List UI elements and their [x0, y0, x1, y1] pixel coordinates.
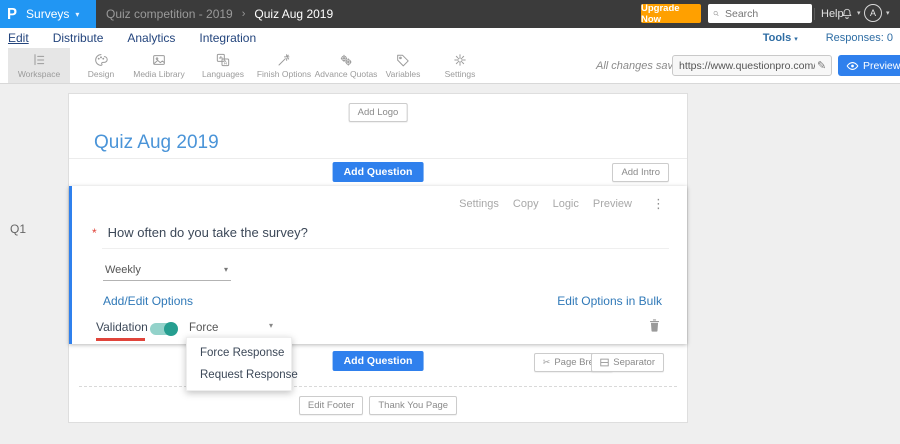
answer-dropdown-value: Weekly — [105, 264, 141, 276]
magic-wand-icon — [278, 54, 290, 66]
topbar-divider — [814, 8, 815, 20]
add-intro-button[interactable]: Add Intro — [612, 163, 669, 182]
question-copy-link[interactable]: Copy — [513, 198, 539, 210]
tag-icon — [397, 54, 409, 67]
gear-icon — [454, 54, 466, 66]
footer-row: Edit Footer Thank You Page — [69, 396, 687, 415]
chevron-down-icon: ▾ — [75, 9, 80, 19]
question-text-row: * How often do you take the survey? — [92, 225, 308, 240]
add-logo-button[interactable]: Add Logo — [348, 103, 408, 122]
more-options-icon[interactable]: ⋮ — [652, 196, 665, 212]
breadcrumb-current: Quiz Aug 2019 — [254, 7, 334, 21]
question-index-label: Q1 — [10, 222, 27, 236]
survey-url-input[interactable] — [673, 58, 817, 73]
preview-button[interactable]: Preview — [838, 55, 900, 76]
tools-menu[interactable]: Tools ▾ — [763, 32, 798, 44]
bell-icon — [842, 8, 852, 19]
breadcrumb-parent[interactable]: Quiz competition - 2019 — [106, 7, 233, 21]
thank-you-page-button[interactable]: Thank You Page — [369, 396, 458, 415]
chevron-down-icon: ▾ — [223, 265, 228, 274]
question-text[interactable]: How often do you take the survey? — [108, 225, 308, 240]
breadcrumb-separator: › — [241, 8, 246, 20]
validation-label: Validation — [96, 320, 148, 334]
responses-count[interactable]: Responses: 0 — [826, 32, 893, 44]
toolbar-item-workspace[interactable]: Workspace — [8, 48, 70, 83]
menu-item-force-response[interactable]: Force Response — [187, 342, 291, 364]
account-avatar[interactable]: A — [864, 4, 882, 22]
questionpro-logo: P — [7, 5, 18, 23]
toolbar-item-settings[interactable]: Settings — [429, 48, 491, 83]
nav-tabs: Edit Distribute Analytics Integration — [8, 28, 256, 48]
separator-button[interactable]: Separator — [591, 353, 664, 372]
surveys-product-menu[interactable]: P Surveys ▾ — [0, 0, 96, 28]
footer-dashed-divider — [79, 386, 677, 387]
svg-text:A: A — [224, 60, 228, 66]
edit-footer-button[interactable]: Edit Footer — [298, 396, 364, 415]
survey-card: Add Logo Quiz Aug 2019 Add Question Add … — [68, 93, 688, 423]
questionpro-survey-editor: P Surveys ▾ Quiz competition - 2019 › Qu… — [0, 0, 900, 444]
separator-icon — [600, 358, 609, 367]
menu-item-request-response[interactable]: Request Response — [187, 364, 298, 386]
question-actions: Settings Copy Logic Preview ⋮ — [459, 196, 665, 212]
chevron-down-icon: ▾ — [886, 10, 890, 17]
product-name: Surveys — [26, 7, 70, 21]
delete-question-button[interactable] — [648, 318, 661, 338]
survey-url-box[interactable]: ✎ — [672, 55, 832, 76]
section-nav: Edit Distribute Analytics Integration To… — [0, 28, 900, 48]
toolbar-item-variables[interactable]: Variables — [372, 48, 434, 83]
required-asterisk: * — [92, 226, 97, 240]
edit-options-in-bulk-link[interactable]: Edit Options in Bulk — [557, 294, 662, 308]
workspace-icon — [34, 54, 45, 66]
question-text-underline — [102, 248, 669, 249]
eye-icon — [846, 61, 859, 70]
question-block: Settings Copy Logic Preview ⋮ * How ofte… — [69, 186, 687, 359]
chevron-down-icon: ▾ — [857, 10, 861, 17]
header-divider — [69, 158, 687, 159]
search-icon — [713, 11, 719, 17]
question-preview-link[interactable]: Preview — [593, 198, 632, 210]
image-icon — [153, 55, 165, 65]
breadcrumb: Quiz competition - 2019 › Quiz Aug 2019 — [106, 0, 333, 28]
tab-integration[interactable]: Integration — [199, 31, 256, 45]
toolbar-item-design[interactable]: Design — [70, 48, 132, 83]
palette-icon — [95, 54, 108, 66]
nav-right: Tools ▾ Responses: 0 — [763, 28, 893, 48]
answer-dropdown[interactable]: Weekly ▾ — [103, 262, 231, 281]
global-search[interactable] — [708, 4, 812, 23]
editor-toolbar: Workspace Design Media Library A Languag… — [0, 48, 900, 84]
response-mode-menu: Force Response Request Response — [186, 337, 298, 391]
toggle-knob — [164, 322, 178, 336]
question-logic-link[interactable]: Logic — [553, 198, 579, 210]
add-edit-options-link[interactable]: Add/Edit Options — [103, 294, 193, 308]
search-input[interactable] — [723, 6, 807, 21]
survey-title[interactable]: Quiz Aug 2019 — [94, 132, 219, 154]
scissors-icon: ✂ — [542, 357, 551, 367]
question-settings-link[interactable]: Settings — [459, 198, 499, 210]
add-question-button-top[interactable]: Add Question — [332, 162, 424, 182]
tab-distribute[interactable]: Distribute — [53, 31, 104, 45]
toolbar-item-finish-options[interactable]: Finish Options — [253, 48, 315, 83]
toolbar-item-media-library[interactable]: Media Library — [128, 48, 190, 83]
add-question-button-bottom[interactable]: Add Question — [332, 351, 424, 371]
edit-url-pencil-icon[interactable]: ✎ — [817, 59, 826, 72]
upgrade-now-button[interactable]: Upgrade Now — [641, 3, 701, 25]
trash-icon — [649, 319, 660, 332]
toolbar-item-advance-quotas[interactable]: Advance Quotas — [315, 48, 377, 83]
toolbar-item-languages[interactable]: A Languages — [192, 48, 254, 83]
notifications-button[interactable] — [840, 6, 854, 27]
tab-analytics[interactable]: Analytics — [127, 31, 175, 45]
tab-edit[interactable]: Edit — [8, 31, 29, 45]
chevron-down-icon: ▾ — [794, 36, 798, 43]
translate-icon: A — [216, 53, 230, 66]
quotas-gears-icon — [340, 54, 352, 66]
chevron-down-icon: ▾ — [268, 321, 273, 330]
validation-toggle[interactable] — [150, 322, 178, 336]
top-bar: P Surveys ▾ Quiz competition - 2019 › Qu… — [0, 0, 900, 28]
validation-red-underline — [96, 338, 145, 341]
